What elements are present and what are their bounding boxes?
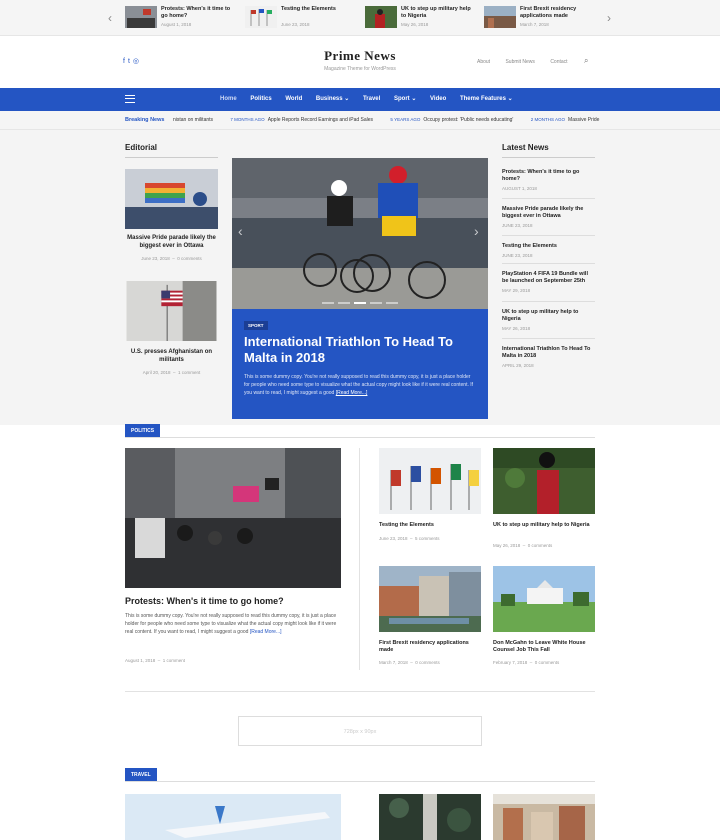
top-link-submit-news[interactable]: Submit News — [505, 59, 534, 65]
travel-main-image[interactable] — [125, 794, 341, 840]
politics-section-label[interactable]: POLITICS — [125, 424, 161, 437]
politics-main-image[interactable] — [125, 448, 341, 588]
slider-excerpt: This is some dummy copy. You're not real… — [244, 374, 474, 396]
ticker-title[interactable]: UK to step up military help to Nigeria — [401, 6, 473, 19]
nav-item-sport[interactable]: Sport ⌄ — [394, 96, 416, 102]
breaking-ago: 7 MONTHS AGO — [230, 117, 265, 122]
top-link-about[interactable]: About — [477, 59, 490, 65]
editorial-heading: Editorial — [125, 143, 158, 152]
politics-grid-image[interactable] — [379, 448, 481, 514]
nav-item-business[interactable]: Business ⌄ — [316, 96, 349, 102]
travel-grid-image[interactable] — [379, 794, 481, 840]
ad-placeholder[interactable]: 728px x 90px — [238, 716, 482, 746]
nav-items: Home Politics World Business ⌄ Travel Sp… — [220, 95, 525, 102]
nav-item-theme-features[interactable]: Theme Features ⌄ — [460, 96, 513, 102]
slider-prev-icon[interactable]: ‹ — [238, 223, 243, 239]
editorial-post-meta: April 20, 2018 – 1 comment — [142, 370, 201, 375]
editorial-post-title[interactable]: U.S. presses Afghanistan on militants — [125, 349, 218, 364]
nav-item-home[interactable]: Home — [220, 96, 237, 102]
divider — [125, 157, 218, 158]
divider — [125, 781, 595, 782]
read-more-link[interactable]: [Read More...] — [250, 629, 282, 635]
politics-grid-image[interactable] — [493, 448, 595, 514]
ticker-title[interactable]: Testing the Elements — [281, 6, 353, 13]
breaking-news-bar: Breaking News nistan on militants 7 MONT… — [0, 111, 720, 130]
breaking-news-label: Breaking News — [125, 117, 165, 123]
ticker-date: March 7, 2018 — [520, 22, 549, 27]
politics-grid-meta: June 23, 2018 – 5 comments — [379, 536, 440, 541]
top-links: About Submit News Contact — [477, 59, 582, 65]
politics-grid-image[interactable] — [379, 566, 481, 632]
latest-item[interactable]: International Triathlon To Head To Malta… — [502, 346, 595, 368]
site-tagline: Magazine Theme for WordPress — [324, 66, 396, 72]
slider-next-icon[interactable]: › — [474, 223, 479, 239]
politics-grid-meta: March 7, 2018 – 0 comments — [379, 660, 440, 665]
featured-slider-image[interactable] — [232, 158, 488, 309]
politics-grid-meta: May 26, 2018 – 0 comments — [493, 543, 553, 548]
politics-main-meta: August 1, 2018 – 1 comment — [125, 658, 186, 663]
ticker-date: August 1, 2018 — [161, 22, 192, 27]
breaking-ago: 2 MONTHS AGO — [530, 117, 566, 122]
ticker-thumbnail — [484, 6, 516, 28]
travel-section-label[interactable]: TRAVEL — [125, 768, 157, 781]
nav-item-video[interactable]: Video — [430, 96, 446, 102]
ticker-thumbnail — [365, 6, 397, 28]
ticker-date: May 26, 2018 — [401, 22, 429, 27]
latest-item[interactable]: Protests: When's it time to go home? AUGU… — [502, 169, 595, 191]
ticker-title[interactable]: Protests: When's it time to go home? — [161, 6, 233, 19]
breaking-item[interactable]: nistan on militants — [173, 117, 213, 123]
slider-title[interactable]: International Triathlon To Head To Malta… — [244, 334, 480, 366]
ticker-title[interactable]: First Brexit residency applications made — [520, 6, 592, 19]
divider — [125, 437, 595, 438]
nav-item-world[interactable]: World — [285, 96, 302, 102]
editorial-post-title[interactable]: Massive Pride parade likely the biggest … — [125, 235, 218, 250]
ticker-thumbnail — [125, 6, 157, 28]
politics-grid-title[interactable]: First Brexit residency applications made — [379, 640, 481, 654]
divider — [125, 691, 595, 692]
travel-grid-image[interactable] — [493, 794, 595, 840]
top-ticker: ‹ › Protests: When's it time to go home?… — [0, 0, 720, 36]
divider — [502, 157, 595, 158]
ticker-thumbnail — [245, 6, 277, 28]
breaking-item[interactable]: Massive Pride — [568, 117, 599, 123]
site-title[interactable]: Prime News — [0, 48, 720, 64]
menu-icon[interactable] — [125, 95, 135, 103]
politics-main-title[interactable]: Protests: When's it time to go home? — [125, 596, 284, 606]
politics-grid-title[interactable]: UK to step up military help to Nigeria — [493, 522, 595, 529]
latest-item[interactable]: Massive Pride parade likely the biggest … — [502, 206, 595, 228]
read-more-link[interactable]: [Read More...] — [336, 390, 368, 396]
category-badge[interactable]: SPORT — [244, 321, 268, 330]
search-icon[interactable]: ⌕ — [584, 56, 588, 66]
latest-item[interactable]: UK to step up military help to Nigeria MA… — [502, 309, 595, 331]
site-header: ft◎ Prime News Magazine Theme for WordPr… — [0, 36, 720, 88]
politics-grid-image[interactable] — [493, 566, 595, 632]
top-link-contact[interactable]: Contact — [550, 59, 567, 65]
chevron-left-icon[interactable]: ‹ — [108, 11, 112, 25]
politics-grid-title[interactable]: Don McGahn to Leave White House Counsel … — [493, 640, 595, 654]
latest-item[interactable]: Testing the Elements JUNE 23, 2018 — [502, 243, 595, 258]
breaking-ago: 5 YEARS AGO — [390, 117, 421, 122]
breaking-news-items: nistan on militants 7 MONTHS AGO Apple Re… — [173, 117, 599, 123]
politics-main-excerpt: This is some dummy copy. You're not real… — [125, 613, 337, 635]
editorial-image[interactable] — [125, 169, 218, 229]
nav-item-travel[interactable]: Travel — [363, 96, 380, 102]
editorial-post-meta: June 23, 2018 – 0 comments — [141, 256, 202, 261]
ticker-date: June 23, 2018 — [281, 22, 310, 27]
politics-grid-meta: February 7, 2018 – 0 comments — [493, 660, 560, 665]
breaking-item[interactable]: Occupy protest: 'Public needs educating' — [423, 117, 513, 123]
editorial-image[interactable] — [125, 281, 218, 341]
nav-item-politics[interactable]: Politics — [250, 96, 271, 102]
latest-news-heading: Latest News — [502, 143, 549, 152]
politics-grid-title[interactable]: Testing the Elements — [379, 522, 481, 529]
breaking-item[interactable]: Apple Reports Record Earnings and iPad S… — [268, 117, 373, 123]
main-nav: Home Politics World Business ⌄ Travel Sp… — [0, 88, 720, 111]
latest-item[interactable]: PlayStation 4 FIFA 19 Bundle will be lau… — [502, 271, 595, 293]
divider — [359, 448, 360, 670]
slider-dots[interactable] — [322, 302, 398, 304]
chevron-right-icon[interactable]: › — [607, 11, 611, 25]
